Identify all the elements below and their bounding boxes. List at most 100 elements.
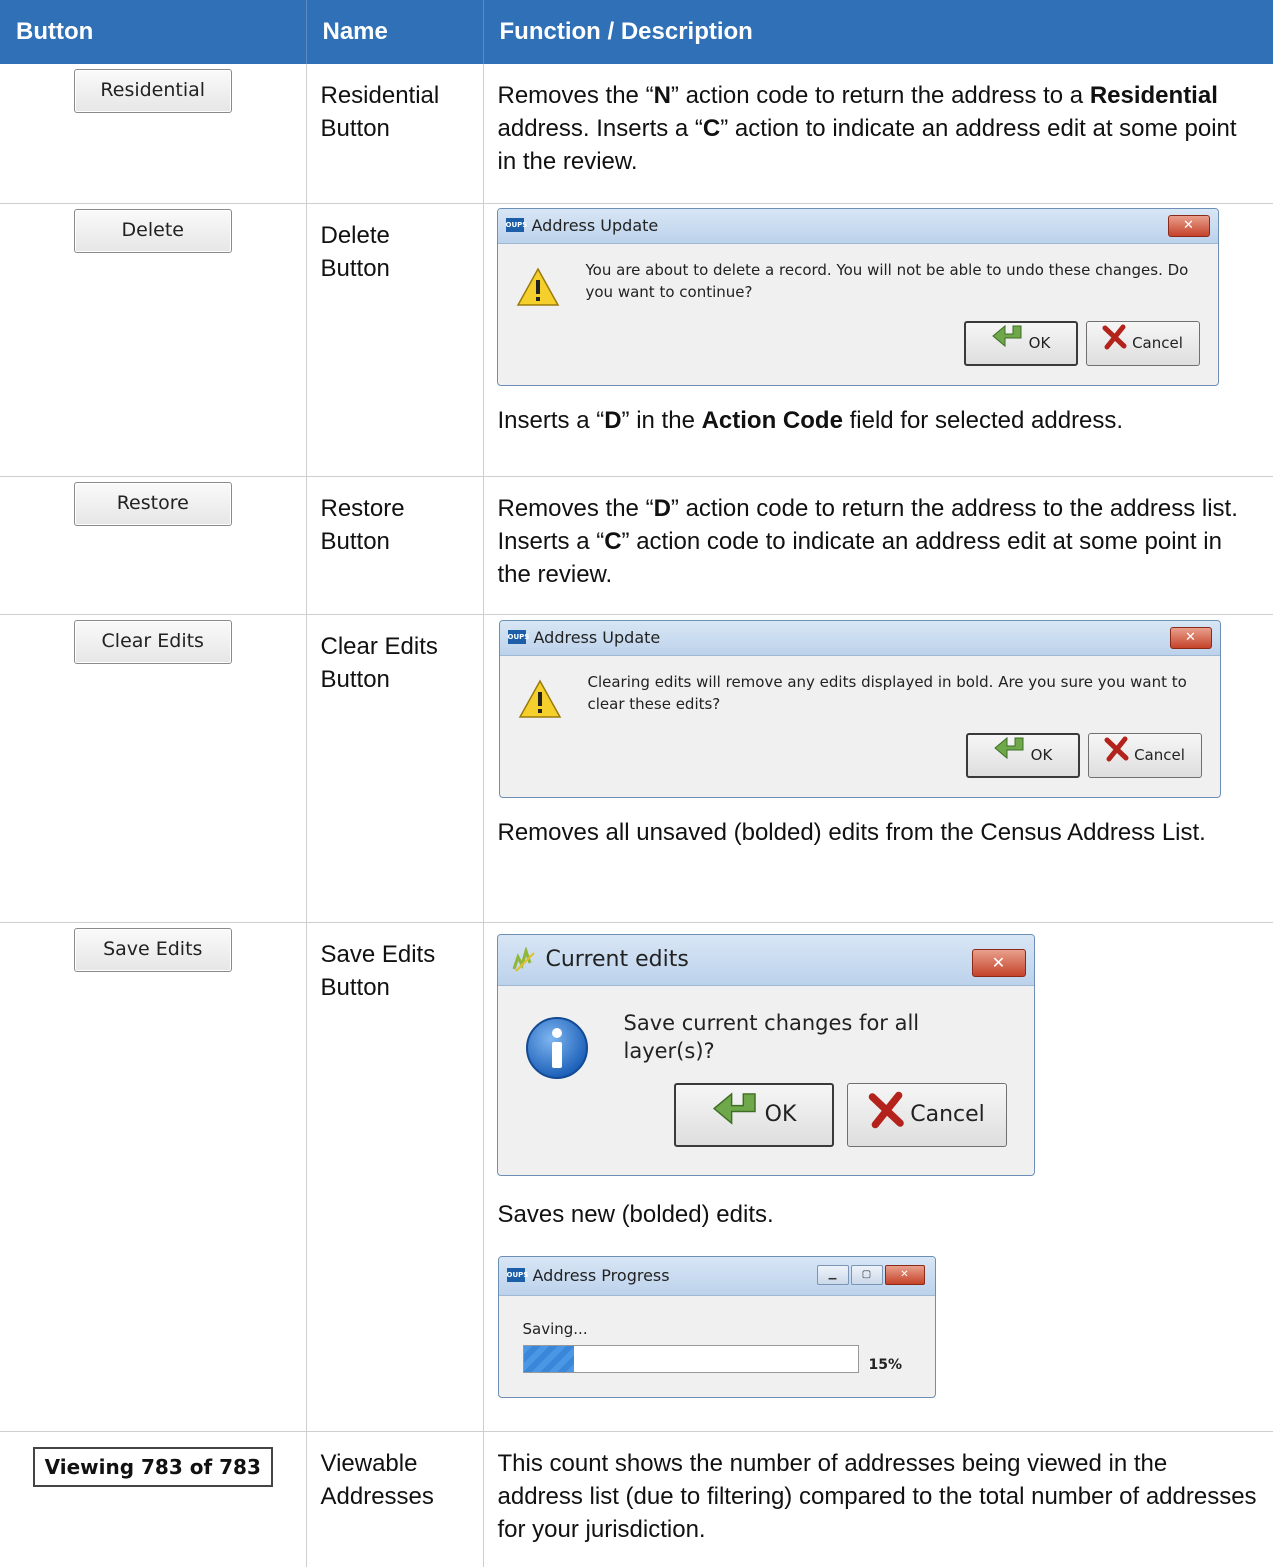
dialog-titlebar: Current edits ✕ [497,934,1034,986]
dialog-title: Address Update [531,215,659,235]
dialog-titlebar: OUPS Address Update ✕ [497,208,1218,244]
name-line: Residential [320,82,440,109]
cancel-label: Cancel [1134,745,1185,764]
ok-button[interactable]: OK [965,732,1080,778]
warning-icon [518,678,562,728]
progress-fill [523,1345,574,1372]
cancel-button[interactable]: Cancel [1085,320,1200,366]
name-line: Button [320,254,390,282]
green-arrow-ok-icon [993,736,1027,774]
emphasis-text: N [653,82,671,109]
restore-description: Removes the “D” action code to return th… [498,492,1259,591]
text-run: ” in the [621,406,702,434]
residential-description: Removes the “N” action code to return th… [498,79,1259,178]
ok-label: OK [764,1102,797,1127]
pencil-app-icon [510,945,536,982]
residential-button[interactable]: Residential [73,69,232,113]
name-line: Clear Edits [320,632,438,660]
progress-bar [522,1344,859,1373]
header-function: Function / Description [483,0,1273,64]
name-line: Viewable [320,1449,418,1477]
name-line: Restore [320,494,405,522]
save-edits-button[interactable]: Save Edits [73,927,232,972]
table-row-save-edits: Save Edits Save Edits Button Current edi… [0,922,1273,1432]
address-progress-window: OUPS Address Progress ▁ ▢ ✕ Saving... 15… [497,1255,936,1398]
emphasis-text: Action Code [701,406,843,434]
red-x-cancel-icon [1102,324,1128,362]
header-button: Button [0,0,307,64]
name-line: Save Edits [320,940,436,968]
emphasis-text: D [653,494,671,522]
dialog-titlebar: OUPS Address Progress ▁ ▢ ✕ [498,1256,935,1296]
cancel-label: Cancel [1132,333,1183,352]
current-edits-dialog: Current edits ✕ Save current changes for… [496,933,1035,1176]
dialog-message: Clearing edits will remove any edits dis… [587,672,1187,713]
table-row-viewable: Viewing 783 of 783 Viewable Addresses Th… [0,1431,1273,1567]
viewing-count-label: Viewing 783 of 783 [32,1446,273,1487]
name-line: Button [320,527,390,555]
dialog-message: Save current changes for all layer(s)? [623,1010,920,1063]
progress-status: Saving... [522,1319,588,1338]
ok-label: OK [1030,745,1053,764]
table-row-delete: Delete Delete Button OUPS Address Update… [0,203,1273,477]
emphasis-text: Residential [1089,82,1218,109]
green-arrow-ok-icon [711,1091,761,1139]
button-reference-table: Button Name Function / Description Resid… [0,0,1273,1567]
ok-button[interactable]: OK [673,1082,834,1147]
table-row-residential: Residential Residential Button Removes t… [0,64,1273,204]
dialog-message: You are about to delete a record. You wi… [585,260,1189,301]
cancel-button[interactable]: Cancel [1087,732,1202,778]
viewable-description: This count shows the number of addresses… [497,1449,1257,1543]
close-icon[interactable]: ✕ [884,1264,925,1285]
header-row: Button Name Function / Description [0,0,1273,64]
name-line: Button [320,115,390,142]
red-x-cancel-icon [1104,736,1130,774]
dialog-titlebar: OUPS Address Update ✕ [499,620,1220,656]
red-x-cancel-icon [868,1091,906,1139]
clear-edits-button[interactable]: Clear Edits [73,619,232,664]
dialog-title: Address Update [533,627,661,647]
dialog-title: Address Progress [532,1265,670,1285]
name-line: Button [320,665,390,693]
header-name: Name [306,0,484,64]
app-icon: OUPS [505,217,527,232]
text-run: ” action code to return the address to a [670,82,1090,109]
save-edits-description: Saves new (bolded) edits. [497,1200,774,1228]
dialog-title: Current edits [545,946,689,972]
emphasis-text: C [702,115,721,142]
name-line: Addresses [320,1482,434,1510]
emphasis-text: D [604,406,622,434]
maximize-icon[interactable]: ▢ [850,1264,883,1285]
text-run: Inserts a “ [497,406,605,434]
emphasis-text: C [604,527,622,555]
app-icon: OUPS [507,629,529,644]
delete-description: Inserts a “D” in the Action Code field f… [498,404,1259,437]
text-run: address. Inserts a “ [497,115,703,142]
minimize-icon[interactable]: ▁ [816,1264,849,1285]
clear-edits-dialog: OUPS Address Update ✕ Clearing edits wil… [498,619,1221,798]
close-icon[interactable]: ✕ [971,948,1026,977]
name-line: Delete [320,221,390,249]
warning-icon [516,266,560,316]
delete-button[interactable]: Delete [73,208,232,253]
table-row-restore: Restore Restore Button Removes the “D” a… [0,476,1273,615]
close-icon[interactable]: ✕ [1169,626,1212,649]
green-arrow-ok-icon [991,324,1025,362]
window-controls: ▁ ▢ ✕ [816,1264,925,1285]
restore-button[interactable]: Restore [73,481,232,526]
text-run: Removes the “ [497,82,654,109]
app-icon: OUPS [506,1267,528,1282]
delete-confirm-dialog: OUPS Address Update ✕ You are about to d… [496,207,1219,386]
ok-button[interactable]: OK [963,320,1078,366]
cancel-button[interactable]: Cancel [846,1082,1007,1147]
progress-percent: 15% [868,1356,903,1373]
close-icon[interactable]: ✕ [1167,214,1210,237]
text-run: field for selected address. [842,406,1124,434]
clear-edits-description: Removes all unsaved (bolded) edits from … [497,818,1206,846]
table-row-clear-edits: Clear Edits Clear Edits Button OUPS Addr… [0,614,1273,923]
name-line: Button [320,973,390,1001]
text-run: Removes the “ [497,494,654,522]
info-icon [524,1015,590,1090]
cancel-label: Cancel [910,1102,985,1127]
ok-label: OK [1028,333,1051,352]
